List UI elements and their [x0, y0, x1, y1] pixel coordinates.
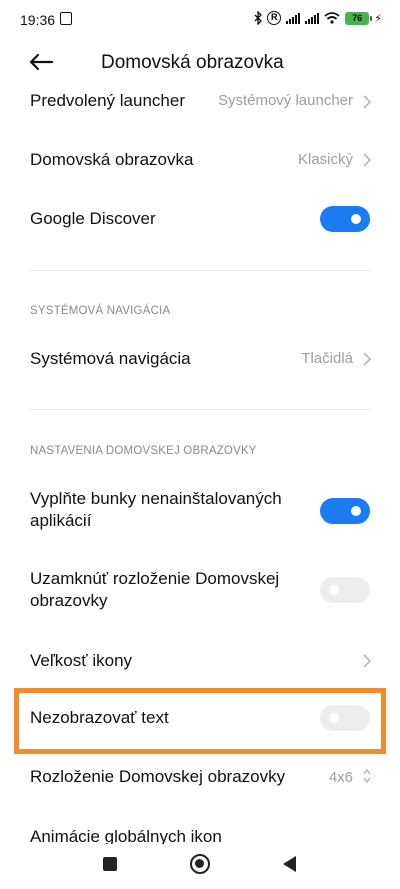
row-home-layout[interactable]: Rozloženie Domovskej obrazovky 4x6 — [0, 760, 400, 794]
lock-layout-toggle[interactable] — [320, 577, 370, 603]
row-value: Tlačidlá — [301, 350, 353, 367]
status-time: 19:36 — [20, 12, 56, 28]
row-default-launcher[interactable]: Predvolený launcher Systémový launcher — [0, 86, 400, 116]
signal-icon-2 — [305, 12, 320, 24]
row-system-navigation[interactable]: Systémová navigácia Tlačidlá — [0, 338, 400, 378]
toggle-knob — [351, 214, 361, 224]
bluetooth-icon — [254, 11, 263, 25]
row-label-line1: Uzamknúť rozloženie Domovskej — [30, 569, 280, 588]
system-nav-bar — [0, 840, 400, 889]
toggle-knob — [351, 506, 361, 516]
row-icon-size[interactable]: Veľkosť ikony — [0, 644, 400, 678]
row-value: 4x6 — [328, 769, 353, 786]
row-google-discover: Google Discover — [0, 199, 400, 239]
back-button-icon[interactable] — [283, 856, 296, 872]
row-home-screen[interactable]: Domovská obrazovka Klasický — [0, 140, 400, 180]
back-arrow-icon[interactable] — [28, 52, 54, 72]
highlight-box — [14, 688, 386, 754]
battery-icon: 76 — [345, 11, 373, 25]
row-label: Rozloženie Domovskej obrazovky — [30, 767, 286, 786]
fill-cells-toggle[interactable] — [320, 498, 370, 524]
home-button-icon[interactable] — [190, 854, 210, 874]
row-label: Google Discover — [30, 209, 156, 228]
row-value: Systémový launcher — [217, 92, 353, 109]
page-title: Domovská obrazovka — [101, 52, 284, 73]
charging-icon: ⚡ — [374, 12, 382, 25]
row-value: Klasický — [297, 151, 353, 168]
toggle-knob — [329, 585, 339, 595]
divider — [30, 270, 370, 271]
title-bar: Domovská obrazovka — [0, 40, 400, 86]
chevron-right-icon — [363, 352, 372, 366]
recents-button-icon[interactable] — [103, 857, 117, 871]
chevron-right-icon — [363, 95, 372, 109]
row-label-line1: Vyplňte bunky nenainštalovaných — [30, 489, 282, 508]
row-lock-layout: Uzamknúť rozloženie Domovskej obrazovky — [0, 568, 400, 614]
row-label: Systémová navigácia — [30, 349, 191, 368]
wifi-icon — [324, 12, 340, 24]
status-bar: 19:36 R 76 ⚡ — [0, 0, 400, 40]
section-header-system-navigation: SYSTÉMOVÁ NAVIGÁCIA — [30, 305, 171, 317]
google-discover-toggle[interactable] — [320, 206, 370, 232]
row-label-line2: obrazovky — [30, 591, 108, 610]
divider — [30, 409, 370, 410]
row-label-line2: aplikácií — [30, 511, 92, 530]
chevron-right-icon — [363, 654, 372, 668]
signal-icon-1 — [286, 12, 301, 24]
row-label: Domovská obrazovka — [30, 150, 194, 169]
row-label: Veľkosť ikony — [30, 651, 133, 670]
row-fill-cells: Vyplňte bunky nenainštalovaných aplikáci… — [0, 488, 400, 534]
chevron-up-down-icon — [363, 768, 371, 784]
section-header-home-settings: NASTAVENIA DOMOVSKEJ OBRAZOVKY — [30, 445, 257, 457]
status-icons: R 76 ⚡ — [254, 11, 382, 25]
chevron-right-icon — [363, 153, 372, 167]
nfc-icon — [60, 12, 72, 25]
registered-icon: R — [267, 11, 282, 25]
row-label: Predvolený launcher — [30, 91, 185, 110]
